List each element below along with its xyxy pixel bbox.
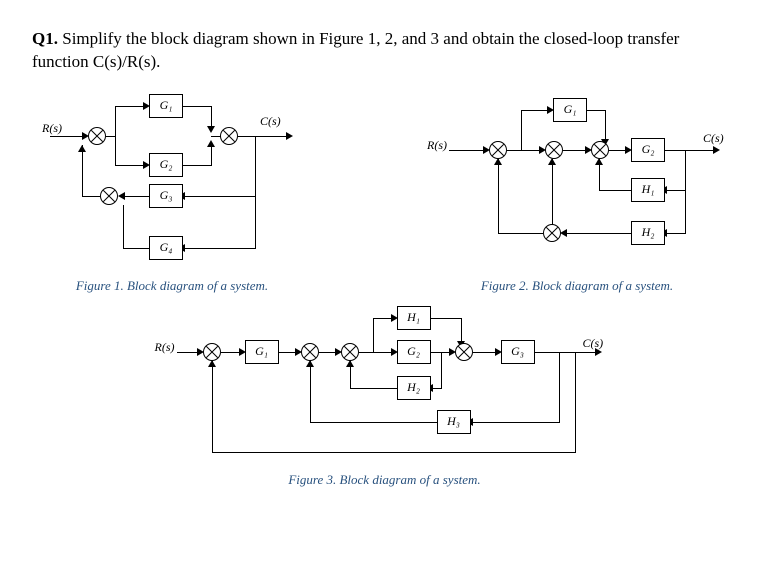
figure-2-block-h1: H₁ xyxy=(631,178,665,202)
figure-2-diagram: R(s) C(s) G₁ xyxy=(427,98,727,268)
figure-3-diagram: R(s) C(s) G₁ H₁ xyxy=(155,312,615,462)
figure-2-sum-2a xyxy=(545,141,563,159)
figure-1-sum-2 xyxy=(220,127,238,145)
figure-3-sum-1 xyxy=(203,343,221,361)
figure-1-caption: Figure 1. Block diagram of a system. xyxy=(76,278,268,294)
figure-3-block-g1: G₁ xyxy=(245,340,279,364)
figure-2-input-label: R(s) xyxy=(427,138,447,153)
figure-row-1: R(s) C(s) G₁ G₂ xyxy=(32,98,737,294)
figure-3-block-h2: H₂ xyxy=(397,376,431,400)
figure-3-caption: Figure 3. Block diagram of a system. xyxy=(288,472,480,488)
figure-2-block-g2: G₂ xyxy=(631,138,665,162)
figure-1-diagram: R(s) C(s) G₁ G₂ xyxy=(42,98,302,268)
figure-3-sum-3 xyxy=(341,343,359,361)
question-text: Simplify the block diagram shown in Figu… xyxy=(32,29,679,71)
figure-3-block-h3: H₃ xyxy=(437,410,471,434)
figure-1-output-label: C(s) xyxy=(260,114,281,129)
figure-2-sum-1 xyxy=(489,141,507,159)
figure-2: R(s) C(s) G₁ xyxy=(427,98,727,294)
figure-2-output-label: C(s) xyxy=(703,131,724,146)
figure-3-block-g2: G₂ xyxy=(397,340,431,364)
figure-1-block-g2: G₂ xyxy=(149,153,183,177)
figure-1-input-label: R(s) xyxy=(42,121,62,136)
question-number: Q1. xyxy=(32,29,58,48)
figure-1-block-g3: G₃ xyxy=(149,184,183,208)
page: Q1. Simplify the block diagram shown in … xyxy=(0,0,769,561)
figure-1-sum-3 xyxy=(100,187,118,205)
figure-2-caption: Figure 2. Block diagram of a system. xyxy=(481,278,673,294)
figure-1-block-g4: G₄ xyxy=(149,236,183,260)
figure-2-block-h2: H₂ xyxy=(631,221,665,245)
figure-3: R(s) C(s) G₁ H₁ xyxy=(32,312,737,488)
figure-2-sum-3 xyxy=(543,224,561,242)
figure-3-sum-2 xyxy=(301,343,319,361)
figure-1-block-g1: G₁ xyxy=(149,94,183,118)
figure-2-sum-2b xyxy=(591,141,609,159)
figure-3-block-h1: H₁ xyxy=(397,306,431,330)
question-heading: Q1. Simplify the block diagram shown in … xyxy=(32,28,737,74)
figure-2-block-g1: G₁ xyxy=(553,98,587,122)
figure-1: R(s) C(s) G₁ G₂ xyxy=(42,98,302,294)
figure-3-sum-4 xyxy=(455,343,473,361)
figure-3-block-g3: G₃ xyxy=(501,340,535,364)
figure-3-input-label: R(s) xyxy=(155,340,175,355)
figure-1-sum-1 xyxy=(88,127,106,145)
